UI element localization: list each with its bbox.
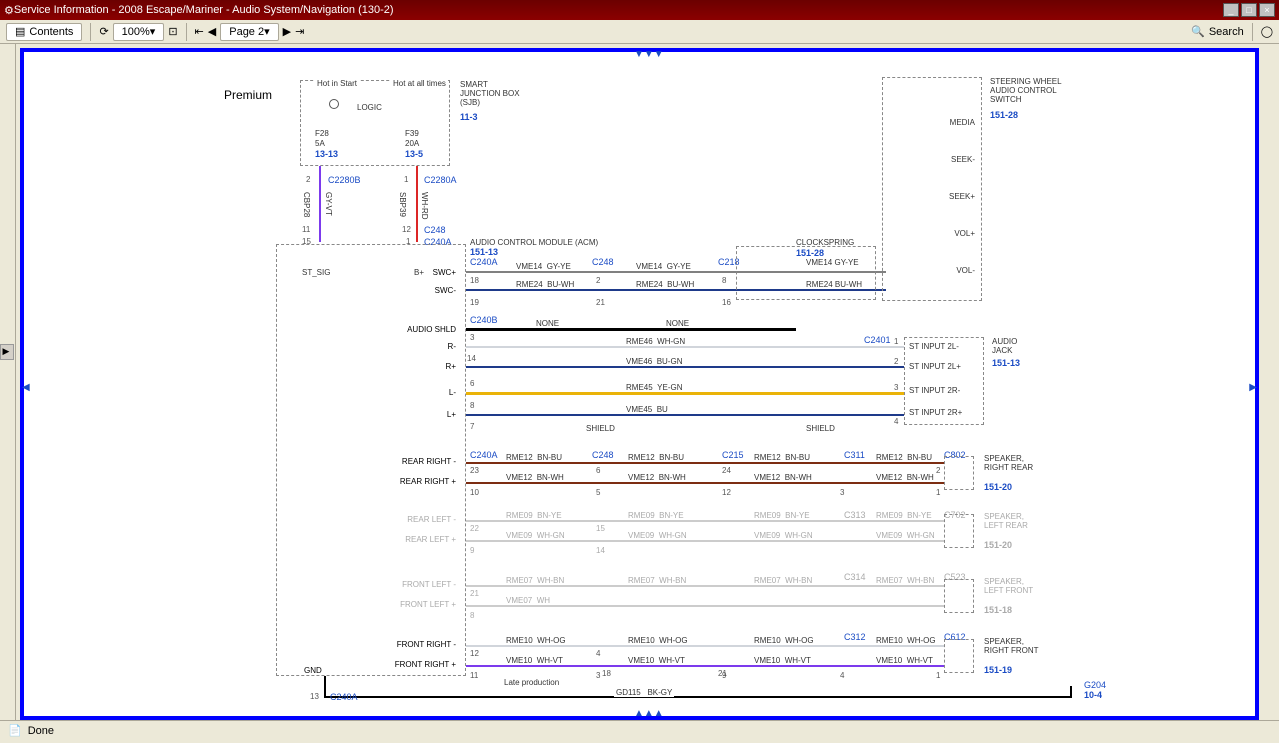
wire-fl-minus bbox=[466, 585, 944, 587]
margin-arrow-bottom: ▲▲▲ bbox=[634, 708, 664, 719]
speaker-rf bbox=[944, 639, 974, 673]
search-button[interactable]: Search bbox=[1209, 26, 1244, 38]
circle-icon bbox=[329, 99, 339, 109]
sjb-box: Hot in Start Hot at all times LOGIC F28 … bbox=[300, 80, 450, 166]
prev-icon[interactable]: ◀ bbox=[208, 25, 216, 38]
book-icon: ▤ bbox=[15, 25, 25, 38]
wire-gnd bbox=[324, 696, 1072, 698]
margin-arrow-top: ▼▼▼ bbox=[634, 49, 664, 60]
speaker-rr bbox=[944, 456, 974, 490]
maximize-button[interactable]: □ bbox=[1241, 3, 1257, 17]
wire-rr-minus bbox=[466, 462, 944, 464]
prev-page-icon[interactable]: ⇤ bbox=[195, 25, 204, 38]
diagram-title: Premium bbox=[224, 88, 272, 102]
wire-rr-plus bbox=[466, 482, 944, 484]
app-icon: ⚙ bbox=[4, 4, 14, 17]
page-select[interactable]: Page 2 ▾ bbox=[220, 23, 278, 41]
wire-rl-minus bbox=[466, 520, 944, 522]
titlebar: ⚙ Service Information - 2008 Escape/Mari… bbox=[0, 0, 1279, 20]
wire-r-plus bbox=[466, 366, 904, 368]
sidebar: ▶ bbox=[0, 44, 16, 740]
toolbar: ▤ Contents ⟳ 100% ▾ ⊡ ⇤ ◀ Page 2 ▾ ▶ ⇥ 🔍… bbox=[0, 20, 1279, 44]
minimize-button[interactable]: _ bbox=[1223, 3, 1239, 17]
wire-rl-plus bbox=[466, 540, 944, 542]
wire-fr-plus bbox=[466, 665, 944, 667]
statusbar: 📄 Done bbox=[0, 720, 1279, 740]
refresh-icon[interactable]: ⟳ bbox=[99, 25, 108, 38]
steering-switch-box: MEDIA SEEK- SEEK+ VOL+ VOL- bbox=[882, 77, 982, 301]
status-icon: 📄 bbox=[8, 724, 22, 737]
sidebar-tab[interactable]: ▶ bbox=[0, 344, 14, 360]
viewer: ▶ Premium Hot in Start Hot at all times … bbox=[0, 44, 1279, 740]
circle-icon[interactable]: ◯ bbox=[1261, 25, 1273, 38]
speaker-lf bbox=[944, 579, 974, 613]
wire-vertical bbox=[416, 166, 418, 242]
wire-l-plus bbox=[466, 414, 904, 416]
speaker-lr bbox=[944, 514, 974, 548]
close-button[interactable]: × bbox=[1259, 3, 1275, 17]
wire-shield bbox=[466, 328, 796, 331]
wire-fr-minus bbox=[466, 645, 944, 647]
audio-jack-box: ST INPUT 2L- ST INPUT 2L+ ST INPUT 2R- S… bbox=[904, 337, 984, 425]
wire-vertical bbox=[319, 166, 321, 242]
fit-icon[interactable]: ⊡ bbox=[168, 25, 177, 38]
wire-r-minus bbox=[466, 346, 904, 348]
contents-button[interactable]: ▤ Contents bbox=[6, 23, 82, 41]
wire-l-minus bbox=[466, 392, 904, 395]
wire-gnd-v bbox=[324, 676, 326, 698]
zoom-select[interactable]: 100% ▾ bbox=[113, 23, 165, 41]
diagram-page: Premium Hot in Start Hot at all times LO… bbox=[20, 48, 1259, 720]
window-title: Service Information - 2008 Escape/Marine… bbox=[14, 4, 394, 16]
margin-arrow-left: ◀ bbox=[22, 382, 30, 393]
status-text: Done bbox=[28, 725, 54, 737]
search-icon: 🔍 bbox=[1191, 25, 1205, 38]
last-page-icon[interactable]: ⇥ bbox=[295, 25, 304, 38]
margin-arrow-right: ▶ bbox=[1249, 382, 1257, 393]
next-icon[interactable]: ▶ bbox=[283, 25, 291, 38]
wire-fl-plus bbox=[466, 605, 944, 607]
